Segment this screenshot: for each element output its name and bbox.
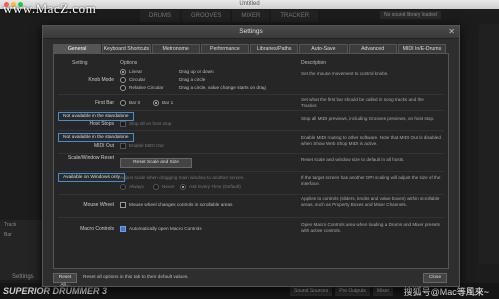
windows-only-badge: Available on Windows only [58,173,125,182]
bottom-cell-mixer[interactable]: Mixer [372,286,394,296]
divider [58,94,444,95]
dialog-title: Settings [43,26,459,39]
first-bar-0-label: Bar 0 [129,100,141,105]
midi-out-unavailable-badge: Not available in the standalone [58,133,134,142]
tab-metronome[interactable]: Metronome [151,44,200,53]
host-stops-label: Host Stops [89,121,114,127]
scale-window-label: Scale/Window Reset [67,155,114,161]
bottom-cell-pre-outputs[interactable]: Pre Outputs [335,286,370,296]
close-button[interactable]: Close [423,273,447,283]
reset-scale-button[interactable]: Reset Scale and Size [120,158,192,168]
mouse-wheel-option: Mouse wheel changes controls in scrollab… [129,202,233,207]
header-setting: Setting [72,60,88,66]
app-tab-grooves[interactable]: GROOVES [182,10,231,22]
app-right-panel [479,24,499,264]
settings-tabs: General Keyboard Shortcuts Metronome Per… [53,44,447,53]
knob-circular-radio[interactable] [120,77,126,83]
bottom-cell-sound-sources[interactable]: Sound Sources [290,286,333,296]
divider [58,110,444,111]
first-bar-label: First Bar [95,100,114,106]
knob-relative-circular-radio[interactable] [120,85,126,91]
first-bar-1-radio[interactable] [153,100,159,106]
midi-out-option: Enable MIDI Out [129,143,164,148]
watermark: www.MacZ.com [3,1,97,16]
knob-linear-hint: Drag up or down [179,69,214,74]
general-panel: Setting Options Description Knob Mode Li… [53,53,449,269]
scale-always-label: Always [129,184,144,189]
app-sub-label: Settings [12,274,34,280]
mouse-wheel-description: Applies to controls (sliders, knobs and … [301,196,440,207]
product-logo: SUPERIOR DRUMMER 3 [3,286,108,296]
app-tab-tracker[interactable]: TRACKER [271,10,319,22]
scale-ask-radio[interactable] [180,184,186,190]
scale-always-radio[interactable] [120,184,126,190]
windows-only-description: If the target screen has another DPI sca… [301,175,441,186]
divider [58,217,444,218]
macro-controls-option: Automatically open Macro Controls [129,226,202,231]
scale-never-radio[interactable] [153,184,159,190]
windows-only-hint: Adjust scale when dragging main window t… [120,175,245,180]
dialog-footer: Reset All... Reset all options in this t… [43,269,459,288]
app-tab-drums[interactable]: DRUMS [140,10,180,22]
app-sidebar: Track Bar [0,220,48,280]
macro-controls-checkbox[interactable] [120,226,126,232]
knob-linear-radio[interactable] [120,69,126,75]
tab-general[interactable]: General [53,44,102,53]
midi-out-description: Enable MIDI routing to other software. N… [301,135,441,146]
app-main-tabs: DRUMS GROOVES MIXER TRACKER [140,10,320,22]
tab-advanced[interactable]: Advanced [348,44,397,53]
header-description: Description [301,60,327,66]
tab-libraries-paths[interactable]: Libraries/Paths [250,44,299,53]
reset-all-text: Reset all options in this tab to their d… [83,275,189,280]
divider [58,130,444,131]
host-stops-checkbox[interactable] [120,121,126,127]
sidebar-item-track[interactable]: Track [0,220,48,230]
header-options: Options [120,60,138,66]
dialog-close-icon[interactable]: ✕ [448,27,455,37]
knob-circular-hint: Drag a circle [179,77,206,82]
tab-keyboard-shortcuts[interactable]: Keyboard Shortcuts [102,44,151,53]
knob-mode-label: Knob Mode [88,77,114,83]
mouse-wheel-label: Mouse Wheel [83,202,114,208]
first-bar-1-label: Bar 1 [162,100,174,105]
divider [58,171,444,172]
tab-midi-in-edrums[interactable]: MIDI In/E-Drums [397,44,446,53]
scale-window-description: Reset scale and window size to default i… [301,157,405,162]
scale-ask-label: Ask Every Time (Default) [189,184,241,189]
knob-mode-description: Set the mouse movement to control knobs. [301,71,389,76]
first-bar-description: Set what the first bar should be called … [301,97,424,108]
midi-out-label: MIDI Out [93,143,114,149]
first-bar-0-radio[interactable] [120,100,126,106]
tab-performance[interactable]: Performance [200,44,249,53]
mouse-wheel-checkbox[interactable] [120,202,126,208]
settings-dialog: Settings ✕ General Keyboard Shortcuts Me… [42,25,460,288]
library-status: No sound library loaded [380,11,441,19]
knob-circular-label: Circular [129,77,146,82]
host-stops-description: Stop all MIDI previews, including Groove… [301,116,435,121]
sidebar-item-bar[interactable]: Bar [0,230,48,240]
macro-controls-label: Macro Controls [80,226,114,232]
reset-all-button[interactable]: Reset All... [53,273,77,288]
divider [58,194,444,195]
host-stops-unavailable-badge: Not available in the standalone [58,112,134,121]
midi-out-checkbox[interactable] [120,143,126,149]
knob-linear-label: Linear [129,69,143,74]
tab-auto-save[interactable]: Auto-Save [299,44,348,53]
divider [58,153,444,154]
knob-relative-circular-hint: Drag a circle, value change starts on dr… [179,85,266,90]
scale-never-label: Never [162,184,175,189]
host-stops-option: Stop all on host stop [129,121,172,126]
macro-controls-description: Open Macro Controls area when loading a … [301,222,440,233]
app-tab-mixer[interactable]: MIXER [232,10,270,22]
knob-relative-circular-label: Relative Circular [129,85,164,90]
